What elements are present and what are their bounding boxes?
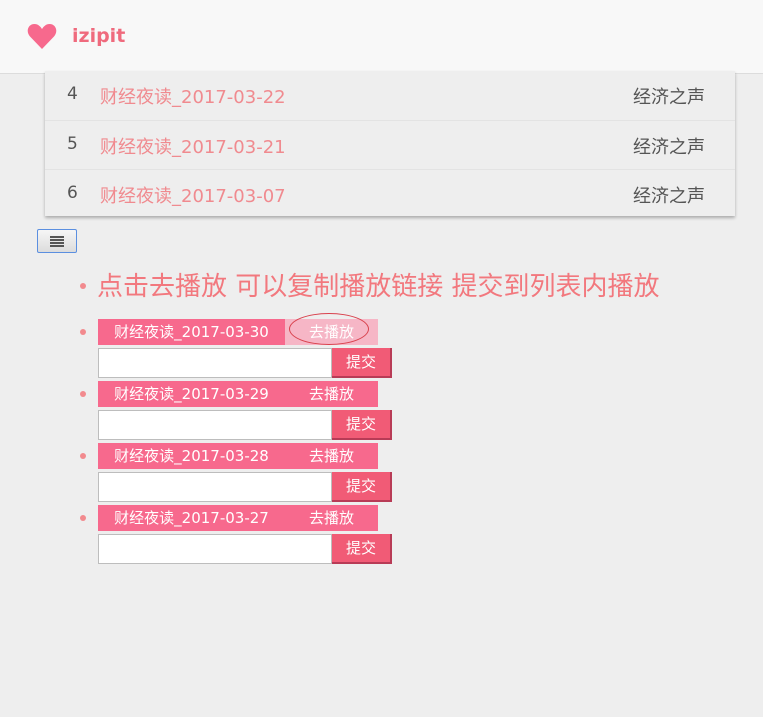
heart-icon[interactable]	[27, 23, 57, 49]
menu-lines-icon	[50, 236, 64, 248]
row-source: 经济之声	[633, 87, 705, 108]
bullet	[80, 329, 86, 335]
row-source: 经济之声	[633, 137, 705, 158]
click-highlight	[289, 313, 369, 345]
submit-button[interactable]: 提交	[332, 534, 392, 564]
episode-table: 4 财经夜读_2017-03-22 经济之声 5 财经夜读_2017-03-21…	[45, 71, 735, 216]
row-index: 6	[67, 183, 78, 203]
item-title: 财经夜读_2017-03-29	[98, 381, 285, 407]
bullet	[80, 515, 86, 521]
url-input[interactable]	[98, 410, 332, 440]
play-button[interactable]: 去播放	[285, 381, 378, 407]
row-index: 4	[67, 84, 78, 104]
episode-link[interactable]: 财经夜读_2017-03-22	[100, 83, 286, 109]
play-button[interactable]: 去播放	[285, 443, 378, 469]
app-header: izipit	[0, 0, 763, 74]
submit-button[interactable]: 提交	[332, 410, 392, 440]
episode-link[interactable]: 财经夜读_2017-03-21	[100, 133, 286, 159]
item-title: 财经夜读_2017-03-28	[98, 443, 285, 469]
bullet	[80, 391, 86, 397]
item-title: 财经夜读_2017-03-30	[98, 319, 285, 345]
table-row: 5 财经夜读_2017-03-21 经济之声	[45, 120, 735, 169]
table-row: 4 财经夜读_2017-03-22 经济之声	[45, 71, 735, 120]
episode-link[interactable]: 财经夜读_2017-03-07	[100, 182, 286, 208]
item-title: 财经夜读_2017-03-27	[98, 505, 285, 531]
bullet	[80, 453, 86, 459]
submit-button[interactable]: 提交	[332, 472, 392, 502]
url-input[interactable]	[98, 534, 332, 564]
table-row: 6 财经夜读_2017-03-07 经济之声	[45, 169, 735, 218]
row-source: 经济之声	[633, 186, 705, 207]
row-index: 5	[67, 134, 78, 154]
menu-toggle-button[interactable]	[37, 229, 77, 253]
url-input[interactable]	[98, 348, 332, 378]
url-input[interactable]	[98, 472, 332, 502]
brand-name[interactable]: izipit	[72, 25, 125, 47]
bullet	[80, 283, 86, 289]
submit-button[interactable]: 提交	[332, 348, 392, 378]
play-button[interactable]: 去播放	[285, 505, 378, 531]
instruction-text: 点击去播放 可以复制播放链接 提交到列表内播放	[97, 272, 660, 302]
play-button[interactable]: 去播放	[285, 313, 378, 345]
